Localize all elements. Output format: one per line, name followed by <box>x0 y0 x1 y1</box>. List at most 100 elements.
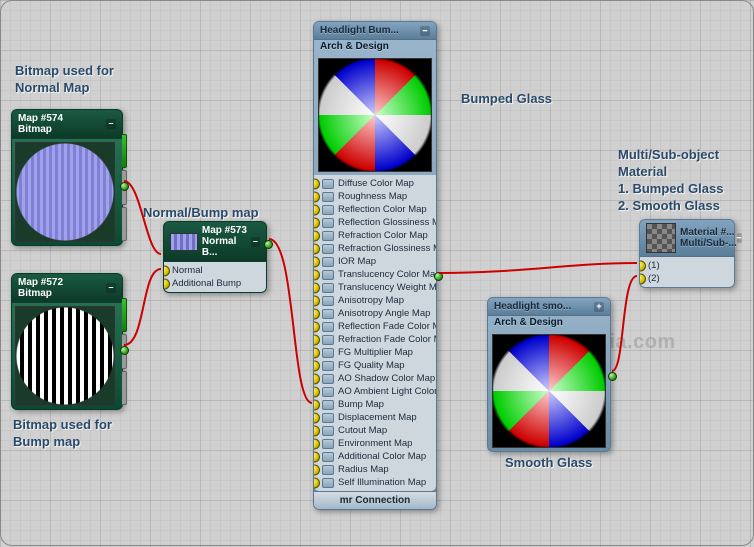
slot-toggle-icon[interactable] <box>322 335 334 345</box>
slot-toggle-icon[interactable] <box>322 322 334 332</box>
slot-label: AO Shadow Color Map <box>338 373 435 384</box>
slot-label: Translucency Color Map <box>338 269 436 280</box>
slot-anisotropy-angle-map[interactable]: Anisotropy Angle Map <box>314 307 436 320</box>
slot-toggle-icon[interactable] <box>322 400 334 410</box>
slot-bump-map[interactable]: Bump Map <box>314 398 436 411</box>
slot-label: Refraction Fade Color Map <box>338 334 436 345</box>
slot-toggle-icon[interactable] <box>322 257 334 267</box>
slot-toggle-icon[interactable] <box>322 439 334 449</box>
slot-toggle-icon[interactable] <box>322 179 334 189</box>
slot-toggle-icon[interactable] <box>322 387 334 397</box>
slot-toggle-icon[interactable] <box>322 192 334 202</box>
slot-label: Refraction Color Map <box>338 230 428 241</box>
slot-normal[interactable]: Normal <box>164 264 266 277</box>
node-thumb-small <box>170 233 198 251</box>
slot-toggle-icon[interactable] <box>322 374 334 384</box>
slot-translucency-color-map[interactable]: Translucency Color Map <box>314 268 436 281</box>
node-subtitle: Arch & Design <box>314 40 436 55</box>
slot-refraction-color-map[interactable]: Refraction Color Map <box>314 229 436 242</box>
slot-toggle-icon[interactable] <box>322 218 334 228</box>
node-subtitle: Bitmap <box>18 288 52 299</box>
minimize-icon[interactable]: – <box>420 26 430 36</box>
output-port[interactable] <box>264 240 273 249</box>
output-port[interactable] <box>608 372 617 381</box>
expand-icon[interactable]: + <box>594 302 604 312</box>
slot-diffuse-color-map[interactable]: Diffuse Color Map <box>314 177 436 190</box>
output-port[interactable] <box>120 346 129 355</box>
slot-toggle-icon[interactable] <box>322 348 334 358</box>
minimize-icon[interactable]: – <box>251 237 260 247</box>
slot-anisotropy-map[interactable]: Anisotropy Map <box>314 294 436 307</box>
slot-translucency-weight-map[interactable]: Translucency Weight Map <box>314 281 436 294</box>
slot-toggle-icon[interactable] <box>322 452 334 462</box>
slot-label: Self Illumination Map <box>338 477 426 488</box>
node-map-574[interactable]: Map #574 Bitmap – <box>11 109 123 246</box>
slot-label: Anisotropy Map <box>338 295 404 306</box>
node-headlight-bumped[interactable]: Headlight Bum... – Arch & Design Diffuse… <box>313 21 437 510</box>
label-smooth-glass: Smooth Glass <box>505 455 592 472</box>
slot-refraction-glossiness-map[interactable]: Refraction Glossiness Map <box>314 242 436 255</box>
slot-toggle-icon[interactable] <box>322 309 334 319</box>
slot-reflection-glossiness-map[interactable]: Reflection Glossiness Map <box>314 216 436 229</box>
node-title: Map #574 <box>18 113 63 124</box>
slot-label: Translucency Weight Map <box>338 282 436 293</box>
material-preview <box>318 58 432 172</box>
slot-toggle-icon[interactable] <box>322 231 334 241</box>
output-port[interactable] <box>434 272 443 281</box>
slot-toggle-icon[interactable] <box>322 426 334 436</box>
slot-label: Refraction Glossiness Map <box>338 243 436 254</box>
minimize-icon[interactable]: – <box>737 233 742 243</box>
slot-label: AO Ambient Light Color... <box>338 386 436 397</box>
node-subtitle: Multi/Sub-... <box>680 238 737 249</box>
slot-toggle-icon[interactable] <box>322 478 334 488</box>
bitmap-thumbnail <box>15 142 115 242</box>
slot-roughness-map[interactable]: Roughness Map <box>314 190 436 203</box>
slot-label: Displacement Map <box>338 412 417 423</box>
node-thumb-small <box>646 223 676 253</box>
slot-label: FG Multiplier Map <box>338 347 413 358</box>
label-bumped-glass: Bumped Glass <box>461 91 552 108</box>
slot-label: Reflection Fade Color Map <box>338 321 436 332</box>
bitmap-thumbnail <box>15 306 115 406</box>
slot-fg-quality-map[interactable]: FG Quality Map <box>314 359 436 372</box>
node-headlight-smooth[interactable]: Headlight smo... + Arch & Design <box>487 297 611 452</box>
output-port[interactable] <box>120 182 129 191</box>
slot-additional-bump[interactable]: Additional Bump <box>164 277 266 290</box>
slot-toggle-icon[interactable] <box>322 465 334 475</box>
slot-cutout-map[interactable]: Cutout Map <box>314 424 436 437</box>
node-subtitle: Arch & Design <box>488 316 610 331</box>
node-subtitle: Normal B... <box>202 236 236 258</box>
slot-environment-map[interactable]: Environment Map <box>314 437 436 450</box>
node-title: Map #573 <box>202 225 247 236</box>
slot-toggle-icon[interactable] <box>322 413 334 423</box>
slot-reflection-color-map[interactable]: Reflection Color Map <box>314 203 436 216</box>
slot-refraction-fade-color-map[interactable]: Refraction Fade Color Map <box>314 333 436 346</box>
slot-reflection-fade-color-map[interactable]: Reflection Fade Color Map <box>314 320 436 333</box>
node-material-multi[interactable]: Material #... Multi/Sub-... – (1) (2) <box>639 219 735 288</box>
slot-sub-2[interactable]: (2) <box>640 272 734 285</box>
slot-toggle-icon[interactable] <box>322 244 334 254</box>
slot-displacement-map[interactable]: Displacement Map <box>314 411 436 424</box>
material-preview <box>492 334 606 448</box>
node-subtitle: Bitmap <box>18 124 52 135</box>
slot-toggle-icon[interactable] <box>322 296 334 306</box>
slot-toggle-icon[interactable] <box>322 283 334 293</box>
slot-additional-color-map[interactable]: Additional Color Map <box>314 450 436 463</box>
minimize-icon[interactable]: – <box>106 119 116 129</box>
slot-ao-shadow-color-map[interactable]: AO Shadow Color Map <box>314 372 436 385</box>
slot-radius-map[interactable]: Radius Map <box>314 463 436 476</box>
slot-self-illumination-map[interactable]: Self Illumination Map <box>314 476 436 489</box>
slot-toggle-icon[interactable] <box>322 270 334 280</box>
slot-toggle-icon[interactable] <box>322 205 334 215</box>
slot-fg-multiplier-map[interactable]: FG Multiplier Map <box>314 346 436 359</box>
minimize-icon[interactable]: – <box>106 283 116 293</box>
node-title: Headlight Bum... <box>320 25 399 36</box>
slot-sub-1[interactable]: (1) <box>640 259 734 272</box>
slot-toggle-icon[interactable] <box>322 361 334 371</box>
slot-label: IOR Map <box>338 256 376 267</box>
node-map-573[interactable]: Map #573 Normal B... – Normal Additional… <box>163 221 267 293</box>
node-map-572[interactable]: Map #572 Bitmap – <box>11 273 123 410</box>
mr-connection-section[interactable]: mr Connection <box>314 491 436 509</box>
slot-ao-ambient-light-color[interactable]: AO Ambient Light Color... <box>314 385 436 398</box>
slot-ior-map[interactable]: IOR Map <box>314 255 436 268</box>
